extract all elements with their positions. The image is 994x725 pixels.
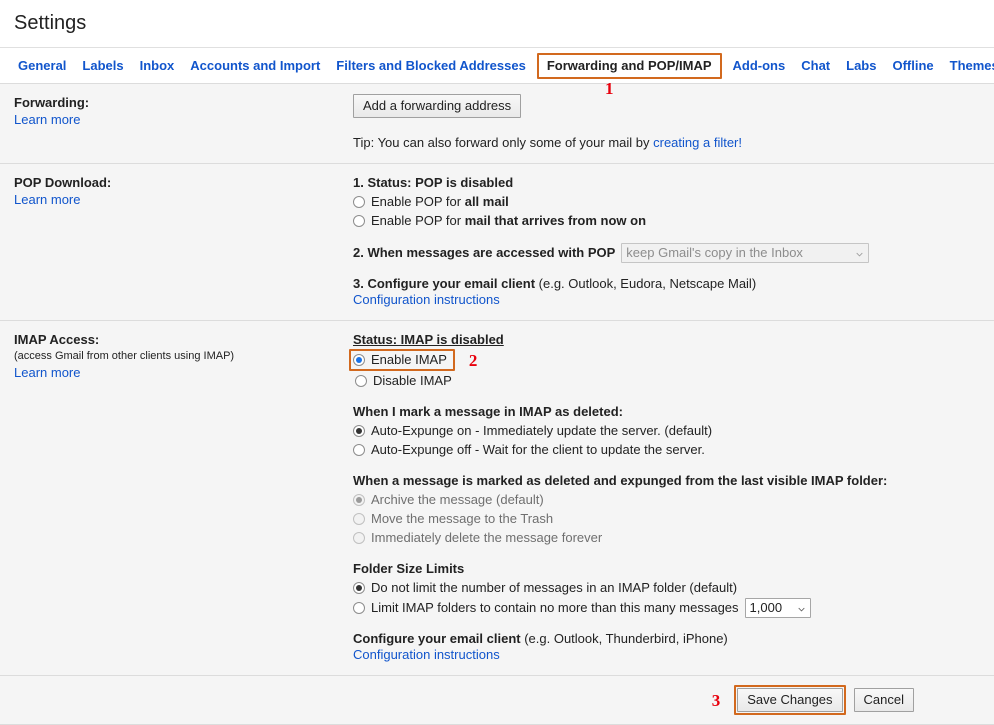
tab-inbox[interactable]: Inbox: [132, 54, 183, 78]
annotation-step-2: 2: [468, 350, 478, 370]
pop-step2-label: 2. When messages are accessed with POP: [353, 245, 616, 260]
imap-deleted-archive-label: Archive the message (default): [371, 492, 544, 507]
tab-general[interactable]: General: [10, 54, 74, 78]
annotation-step-1: 1: [605, 79, 614, 98]
radio-icon[interactable]: [353, 444, 365, 456]
imap-enable-label: Enable IMAP: [371, 352, 447, 367]
pop-copy-behavior-select: keep Gmail's copy in the Inbox: [621, 243, 870, 263]
imap-enable-highlight: Enable IMAP: [349, 349, 455, 371]
imap-disable-option-row[interactable]: Disable IMAP: [355, 372, 984, 390]
imap-expunge-heading: When I mark a message in IMAP as deleted…: [353, 404, 623, 419]
pop-status-text: 1. Status: POP is disabled: [353, 175, 514, 190]
add-forwarding-address-button[interactable]: Add a forwarding address: [353, 94, 522, 118]
save-changes-button[interactable]: Save Changes: [737, 688, 843, 712]
pop-learn-more-link[interactable]: Learn more: [14, 192, 80, 207]
imap-auto-expunge-on-label: Auto-Expunge on - Immediately update the…: [371, 423, 713, 438]
imap-access-section: IMAP Access: (access Gmail from other cl…: [0, 321, 994, 676]
tab-chat[interactable]: Chat: [793, 54, 838, 78]
imap-folder-nolimit-option[interactable]: Do not limit the number of messages in a…: [353, 579, 984, 597]
imap-folder-nolimit-label: Do not limit the number of messages in a…: [371, 580, 738, 595]
imap-configure-label: Configure your email client: [353, 631, 521, 646]
forwarding-section-label: Forwarding:: [14, 95, 90, 110]
radio-icon[interactable]: [355, 375, 367, 387]
pop-access-behavior-row: 2. When messages are accessed with POP k…: [353, 243, 984, 263]
pop-enable-all-mail-label: Enable POP for all mail: [371, 194, 509, 209]
creating-a-filter-link[interactable]: creating a filter!: [653, 135, 742, 150]
radio-icon: [353, 494, 365, 506]
imap-auto-expunge-off-option[interactable]: Auto-Expunge off - Wait for the client t…: [353, 441, 984, 459]
pop-section-label: POP Download:: [14, 175, 112, 190]
pop-label-col: POP Download: Learn more: [0, 164, 345, 320]
forwarding-tip: Tip: You can also forward only some of y…: [353, 134, 984, 151]
page-header: Settings: [0, 0, 994, 47]
imap-folder-limit-select[interactable]: 1,000: [744, 598, 811, 618]
radio-icon[interactable]: [353, 215, 365, 227]
page-title: Settings: [14, 12, 87, 34]
imap-deleted-heading: When a message is marked as deleted and …: [353, 473, 888, 488]
pop-step3-hint: (e.g. Outlook, Eudora, Netscape Mail): [535, 276, 757, 291]
pop-step3-label: 3. Configure your email client: [353, 276, 536, 291]
radio-icon[interactable]: [353, 582, 365, 594]
chevron-down-icon: [797, 607, 805, 612]
tab-forwarding-and-pop-imap[interactable]: Forwarding and POP/IMAP: [536, 52, 722, 79]
imap-folder-size-limits-heading: Folder Size Limits: [353, 561, 465, 576]
radio-icon[interactable]: [353, 425, 365, 437]
imap-label-col: IMAP Access: (access Gmail from other cl…: [0, 321, 345, 675]
imap-disable-label: Disable IMAP: [373, 373, 452, 388]
imap-folder-limit-label: Limit IMAP folders to contain no more th…: [371, 600, 739, 615]
tab-accounts-and-import[interactable]: Accounts and Import: [182, 54, 328, 78]
pop-download-section: POP Download: Learn more 1. Status: POP …: [0, 164, 994, 321]
pop-enable-all-mail-option[interactable]: Enable POP for all mail: [353, 193, 984, 211]
imap-deleted-trash-option: Move the message to the Trash: [353, 510, 984, 528]
imap-deleted-forever-label: Immediately delete the message forever: [371, 530, 603, 545]
pop-enable-from-now-label: Enable POP for mail that arrives from no…: [371, 213, 647, 228]
save-button-highlight: Save Changes: [734, 685, 846, 715]
settings-content: Forwarding: Learn more Add a forwarding …: [0, 83, 994, 725]
tab-filters-and-blocked-addresses[interactable]: Filters and Blocked Addresses: [328, 54, 534, 78]
pop-enable-from-now-option[interactable]: Enable POP for mail that arrives from no…: [353, 212, 984, 230]
imap-configure-row: Configure your email client (e.g. Outloo…: [353, 631, 984, 646]
settings-tab-bar: General Labels Inbox Accounts and Import…: [0, 47, 994, 83]
pop-content-col: 1. Status: POP is disabled Enable POP fo…: [345, 164, 994, 320]
pop-configuration-instructions-link[interactable]: Configuration instructions: [353, 292, 500, 307]
radio-icon[interactable]: [353, 196, 365, 208]
pop-copy-behavior-value: keep Gmail's copy in the Inbox: [626, 245, 803, 260]
radio-icon[interactable]: [353, 354, 365, 366]
forwarding-learn-more-link[interactable]: Learn more: [14, 112, 80, 127]
tab-labels[interactable]: Labels: [74, 54, 131, 78]
forwarding-label-col: Forwarding: Learn more: [0, 84, 345, 163]
tab-offline[interactable]: Offline: [884, 54, 941, 78]
imap-content-col: Status: IMAP is disabled Enable IMAP 2 D…: [345, 321, 994, 675]
imap-configure-hint: (e.g. Outlook, Thunderbird, iPhone): [520, 631, 728, 646]
radio-icon: [353, 513, 365, 525]
radio-icon[interactable]: [353, 602, 365, 614]
settings-footer: 3 Save Changes Cancel: [0, 676, 994, 725]
annotation-step-3: 3: [711, 690, 721, 710]
forwarding-content-col: Add a forwarding address Tip: You can al…: [345, 84, 994, 163]
chevron-down-icon: [856, 252, 863, 257]
imap-enable-option-row[interactable]: Enable IMAP 2: [349, 349, 984, 371]
tab-labs[interactable]: Labs: [838, 54, 884, 78]
tab-themes[interactable]: Themes: [942, 54, 994, 78]
radio-icon: [353, 532, 365, 544]
forwarding-tip-text: Tip: You can also forward only some of y…: [353, 135, 654, 150]
imap-learn-more-link[interactable]: Learn more: [14, 365, 80, 380]
imap-section-note: (access Gmail from other clients using I…: [14, 350, 235, 362]
imap-deleted-trash-label: Move the message to the Trash: [371, 511, 554, 526]
pop-step3-row: 3. Configure your email client (e.g. Out…: [353, 276, 984, 291]
cancel-button[interactable]: Cancel: [853, 688, 914, 712]
tab-add-ons[interactable]: Add-ons: [725, 54, 794, 78]
tabs-list: General Labels Inbox Accounts and Import…: [0, 48, 994, 83]
imap-deleted-archive-option: Archive the message (default): [353, 491, 984, 509]
imap-status-text: Status: IMAP is disabled: [353, 332, 504, 347]
imap-section-label: IMAP Access:: [14, 332, 100, 347]
imap-folder-limit-value: 1,000: [749, 600, 783, 615]
imap-auto-expunge-on-option[interactable]: Auto-Expunge on - Immediately update the…: [353, 422, 984, 440]
forwarding-section: Forwarding: Learn more Add a forwarding …: [0, 84, 994, 164]
imap-deleted-forever-option: Immediately delete the message forever: [353, 529, 984, 547]
imap-auto-expunge-off-label: Auto-Expunge off - Wait for the client t…: [371, 442, 705, 457]
imap-folder-limit-option[interactable]: Limit IMAP folders to contain no more th…: [353, 598, 984, 618]
imap-configuration-instructions-link[interactable]: Configuration instructions: [353, 647, 500, 662]
